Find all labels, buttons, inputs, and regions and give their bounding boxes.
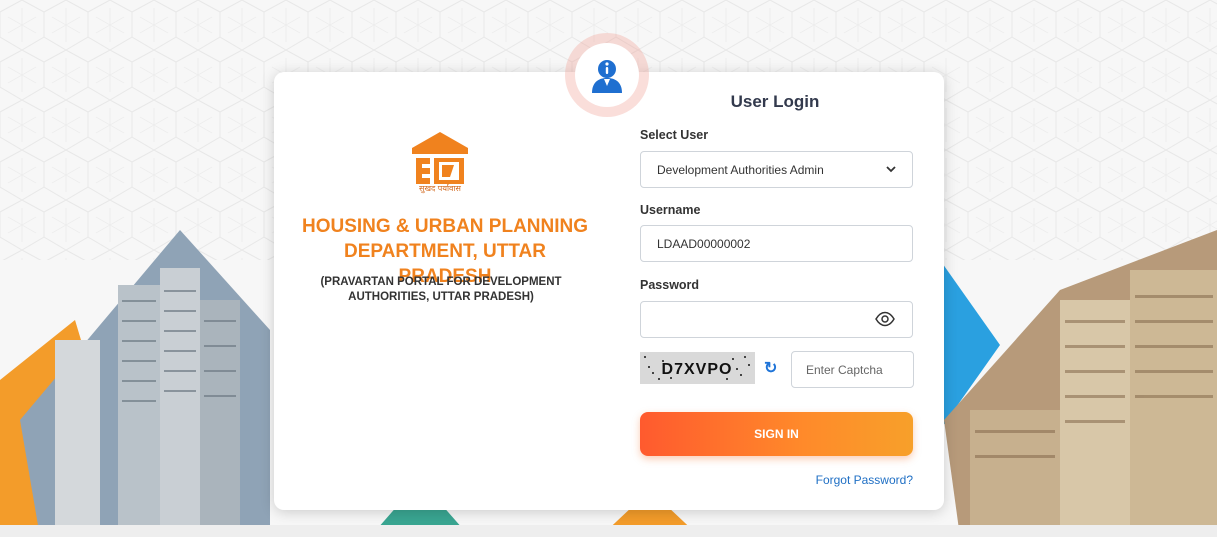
sign-in-button[interactable]: SIGN IN: [640, 412, 913, 456]
user-badge: [575, 43, 639, 107]
forgot-password-link[interactable]: Forgot Password?: [790, 473, 913, 487]
username-input[interactable]: LDAAD00000002: [640, 225, 913, 262]
username-value: LDAAD00000002: [657, 236, 751, 251]
chevron-down-icon: [886, 166, 896, 173]
select-user-label: Select User: [640, 128, 709, 142]
password-input[interactable]: [640, 301, 913, 338]
logo-caption: सुखद पर्यावास: [419, 184, 461, 193]
username-label: Username: [640, 203, 701, 217]
select-user-value: Development Authorities Admin: [657, 162, 824, 177]
login-title: User Login: [730, 92, 820, 111]
refresh-icon[interactable]: ↻: [764, 358, 777, 378]
password-label: Password: [640, 278, 700, 292]
portal-subtitle: (PRAVARTAN PORTAL FOR DEVELOPMENT AUTHOR…: [300, 275, 582, 305]
portal-subtitle-line1: (PRAVARTAN PORTAL FOR DEVELOPMENT: [320, 276, 562, 288]
eye-icon[interactable]: [875, 310, 895, 328]
select-user-dropdown[interactable]: Development Authorities Admin: [640, 151, 913, 188]
portal-subtitle-line2: AUTHORITIES, UTTAR PRADESH): [348, 291, 534, 303]
captcha-text: D7XVPO: [662, 361, 733, 378]
department-title-line1: HOUSING & URBAN PLANNING: [301, 216, 589, 237]
captcha-input[interactable]: [791, 351, 914, 388]
user-info-icon: [592, 60, 622, 93]
captcha-image: D7XVPO: [640, 352, 755, 384]
